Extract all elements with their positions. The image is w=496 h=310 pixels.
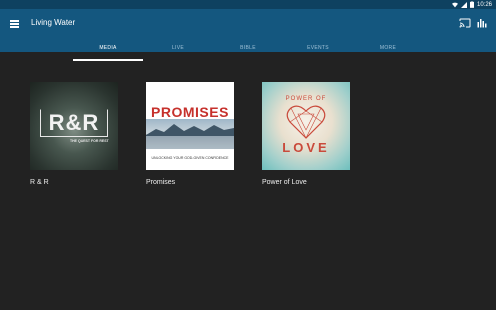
- signal-icon: [460, 1, 467, 8]
- thumbnail-subtitle: UNLOCKING YOUR GOD-GIVEN CONFIDENCE: [151, 156, 229, 160]
- cast-icon[interactable]: [459, 17, 471, 29]
- heart-icon: [286, 105, 326, 139]
- mountain-landscape-image: [146, 119, 234, 149]
- media-thumbnail[interactable]: POWER OF LOVE: [262, 82, 350, 170]
- media-title: Power of Love: [262, 179, 307, 186]
- thumbnail-title: PROMISES: [151, 104, 229, 120]
- media-thumbnail[interactable]: PROMISES UNLOCKING YOUR GOD-GIVEN CONFID…: [146, 82, 234, 170]
- media-card-promises[interactable]: PROMISES UNLOCKING YOUR GOD-GIVEN CONFID…: [146, 82, 234, 186]
- media-title: R & R: [30, 179, 49, 186]
- media-card-power-of-love[interactable]: POWER OF LOVE Power of Love: [262, 82, 350, 186]
- mountain-range-shape: [146, 124, 234, 149]
- media-title: Promises: [146, 179, 176, 186]
- media-thumbnail[interactable]: R&R THE QUEST FOR REST: [30, 82, 118, 170]
- menu-icon[interactable]: [8, 17, 22, 29]
- battery-icon: [469, 1, 474, 8]
- thumbnail-title: LOVE: [282, 140, 330, 155]
- app-title: Living Water: [31, 18, 76, 27]
- thumbnail-subtitle: THE QUEST FOR REST: [70, 139, 109, 143]
- stats-icon[interactable]: [476, 17, 488, 29]
- thumbnail-pretitle: POWER OF: [285, 96, 327, 102]
- status-bar: 10:26: [0, 0, 496, 9]
- status-icons: 10:26: [451, 0, 492, 9]
- app-bar: Living Water MEDIA LIVE BIBLE EVENTS MOR…: [0, 9, 496, 61]
- media-card-rr[interactable]: R&R THE QUEST FOR REST R & R: [30, 82, 118, 186]
- thumbnail-title: R&R: [48, 110, 100, 135]
- status-time: 10:26: [476, 1, 492, 8]
- wifi-icon: [451, 2, 458, 7]
- media-grid: R&R THE QUEST FOR REST R & R PROMISES UN…: [0, 52, 496, 310]
